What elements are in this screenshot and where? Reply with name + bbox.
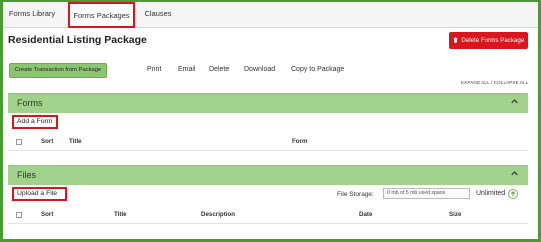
arrow-up-circle-icon[interactable] [508, 189, 518, 199]
print-link[interactable]: Print [147, 66, 161, 73]
app-frame: Forms Library Forms Packages Clauses Res… [3, 2, 538, 239]
files-col-sort[interactable]: Sort [41, 211, 53, 218]
file-storage-meter: 0 mb of 5 mb used space [383, 188, 470, 199]
tab-clauses[interactable]: Clauses [140, 2, 176, 28]
files-section-title: Files [17, 170, 37, 180]
files-col-title[interactable]: Title [114, 211, 127, 218]
create-transaction-button[interactable]: Create Transaction from Package [9, 63, 107, 78]
copy-to-package-link[interactable]: Copy to Package [291, 66, 344, 73]
forms-divider [8, 150, 528, 151]
add-form-link[interactable]: Add a Form [14, 117, 56, 126]
expand-collapse-toggle[interactable]: EXPAND ALL / COLLAPSE ALL [461, 80, 528, 85]
file-storage-label: File Storage: [337, 191, 374, 198]
delete-forms-package-label: Delete Forms Package [461, 37, 525, 44]
select-all-files-checkbox[interactable] [16, 212, 22, 218]
upload-file-link[interactable]: Upload a File [14, 189, 61, 198]
tab-forms-library[interactable]: Forms Library [3, 2, 61, 28]
forms-section-header[interactable]: Forms [8, 93, 528, 113]
files-divider [8, 223, 528, 224]
forms-col-sort[interactable]: Sort [41, 138, 53, 145]
files-col-description[interactable]: Description [201, 211, 235, 218]
tab-forms-packages[interactable]: Forms Packages [68, 2, 135, 28]
files-col-size[interactable]: Size [449, 211, 461, 218]
files-section-header[interactable]: Files [8, 165, 528, 185]
delete-forms-package-button[interactable]: Delete Forms Package [449, 32, 528, 49]
unlimited-label: Unlimited [476, 190, 506, 197]
select-all-forms-checkbox[interactable] [16, 139, 22, 145]
trash-icon [453, 37, 460, 44]
forms-col-title[interactable]: Title [69, 138, 82, 145]
chevron-up-icon[interactable] [511, 170, 518, 177]
chevron-up-icon[interactable] [511, 98, 518, 105]
files-col-date[interactable]: Date [359, 211, 372, 218]
delete-link[interactable]: Delete [209, 66, 229, 73]
page-title: Residential Listing Package [8, 34, 147, 46]
forms-col-form[interactable]: Form [292, 138, 307, 145]
download-link[interactable]: Download [244, 66, 275, 73]
forms-section-title: Forms [17, 98, 43, 108]
email-link[interactable]: Email [178, 66, 196, 73]
